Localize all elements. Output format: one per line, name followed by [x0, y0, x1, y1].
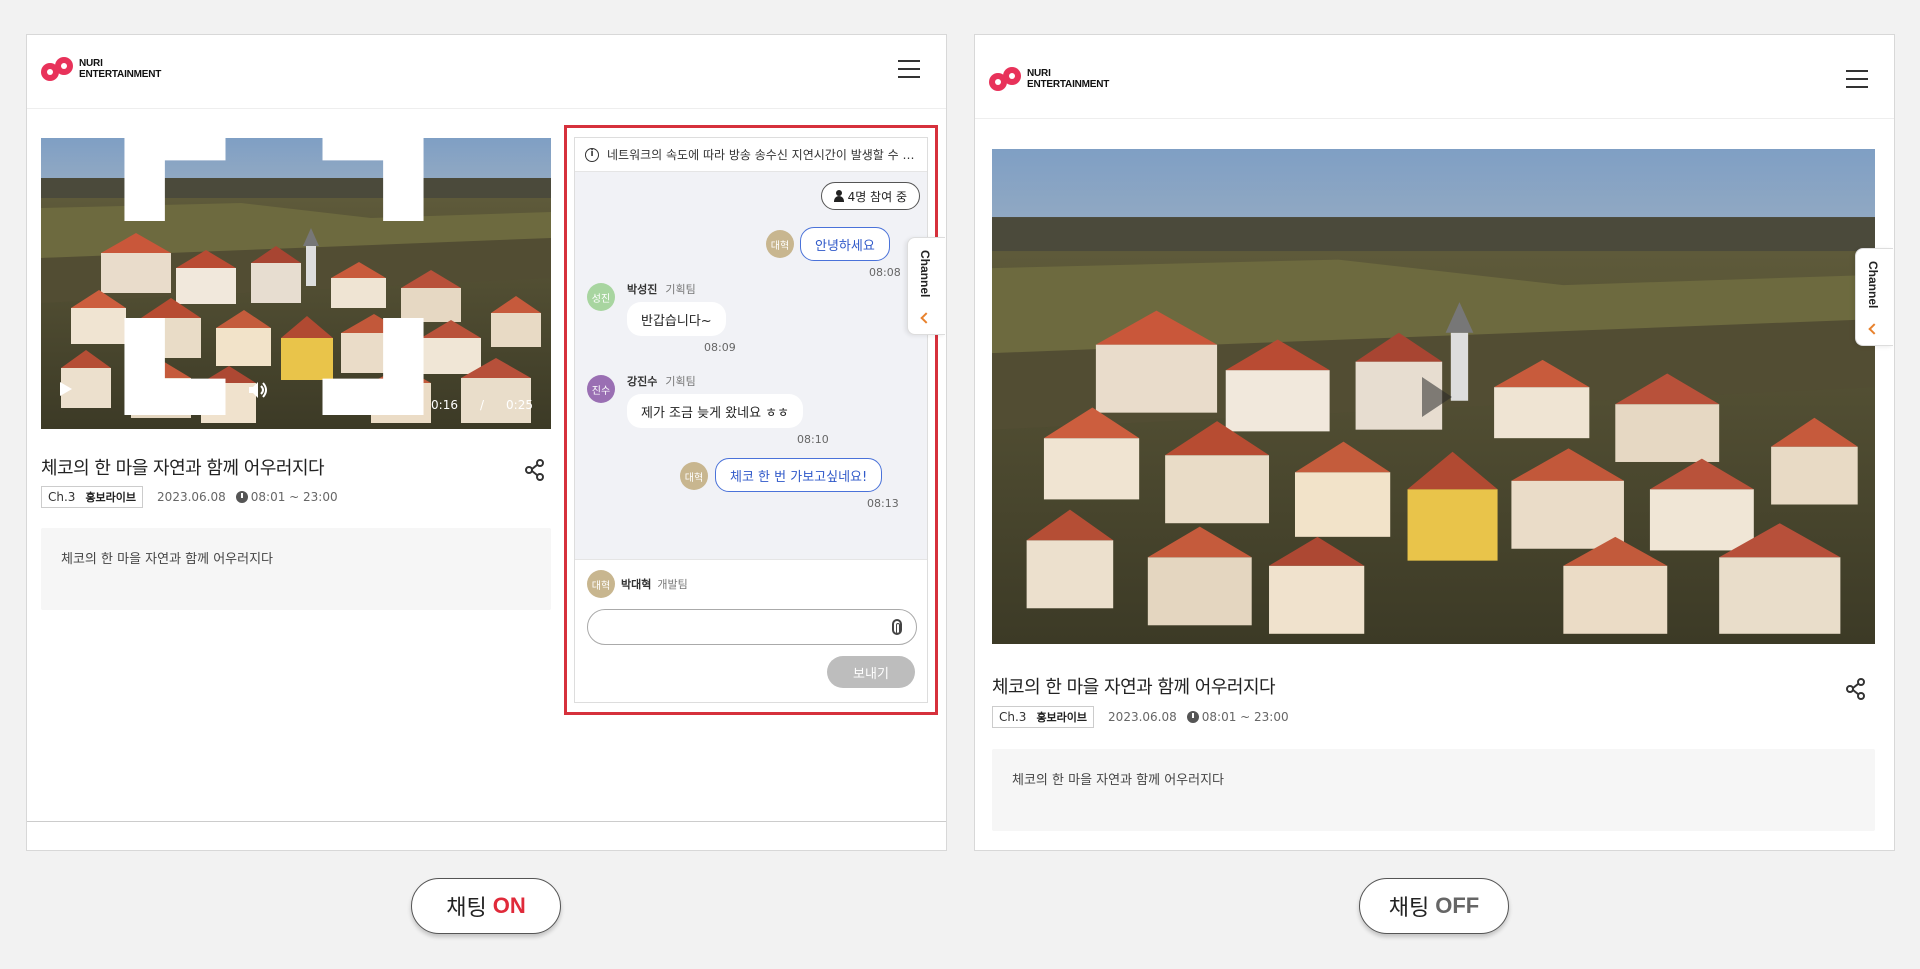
current-user: 대혁 박대혁 개발팀 — [587, 570, 688, 598]
message-time: 08:08 — [869, 266, 901, 279]
chat-composer: 대혁 박대혁 개발팀 보내기 — [575, 559, 927, 702]
avatar: 진수 — [587, 375, 615, 403]
chevron-left-icon — [1868, 323, 1880, 335]
menu-icon[interactable] — [1846, 70, 1868, 88]
nuri-logo[interactable]: NURI ENTERTAINMENT — [41, 55, 161, 83]
send-button[interactable]: 보내기 — [827, 656, 915, 688]
channel-tab[interactable]: Channel — [907, 237, 945, 335]
channel-number: Ch.3 — [48, 490, 76, 504]
video-description: 체코의 한 마을 자연과 함께 어우러지다 — [992, 749, 1875, 831]
video-meta: Ch.3 홍보라이브 2023.06.08 08:01 ~ 23:00 — [41, 486, 338, 508]
chat-input[interactable] — [587, 609, 917, 645]
message-time: 08:10 — [797, 433, 829, 446]
clock-icon — [235, 491, 248, 503]
current-user-name: 박대혁 — [621, 578, 652, 591]
logo-line2: ENTERTAINMENT — [79, 69, 162, 80]
page-header: NURI ENTERTAINMENT — [975, 45, 1894, 119]
chat-panel: i 네트워크의 속도에 따라 방송 송수신 지연시간이 발생할 수 있습니다. … — [564, 125, 938, 715]
video-meta: Ch.3 홍보라이브 2023.06.08 08:01 ~ 23:00 — [992, 706, 1289, 728]
avatar: 대혁 — [587, 570, 615, 598]
current-user-team: 개발팀 — [657, 578, 688, 591]
toggle-prefix: 채팅 — [446, 896, 487, 921]
channel-tag: Ch.3 홍보라이브 — [992, 706, 1095, 728]
fullscreen-icon[interactable] — [41, 138, 529, 415]
message-time: 08:13 — [867, 497, 899, 510]
logo-line1: NURI — [1027, 68, 1051, 79]
divider — [27, 821, 946, 822]
broadcast-time: 08:01 ~ 23:00 — [1201, 710, 1289, 724]
broadcast-date: 2023.06.08 — [1108, 710, 1177, 724]
chat-message-mine: 안녕하세요 — [800, 227, 890, 261]
avatar: 성진 — [587, 283, 615, 311]
live-badge: 홍보라이브 — [1036, 711, 1088, 724]
info-icon: i — [585, 147, 599, 162]
participants-badge[interactable]: 4명 참여 중 — [820, 182, 920, 210]
chat-message-mine: 체코 한 번 가보고싶네요! — [715, 458, 883, 492]
logo-icon — [989, 65, 1023, 93]
menu-icon[interactable] — [898, 60, 920, 78]
live-badge: 홍보라이브 — [85, 491, 137, 504]
chevron-left-icon — [920, 312, 932, 324]
logo-line1: NURI — [79, 58, 103, 69]
channel-tag: Ch.3 홍보라이브 — [41, 486, 144, 508]
clock-icon — [1186, 711, 1199, 723]
page-header: NURI ENTERTAINMENT — [27, 35, 946, 109]
logo-line2: ENTERTAINMENT — [1027, 79, 1110, 90]
chat-message: 제가 조금 늦게 왔네요 ㅎㅎ — [627, 394, 804, 428]
logo-icon — [41, 55, 75, 83]
video-player[interactable]: 0:16 / 0:25 — [41, 138, 551, 429]
toggle-state: ON — [492, 893, 526, 918]
broadcast-date: 2023.06.08 — [157, 490, 226, 504]
chat-on-view: NURI ENTERTAINMENT 0:16 / 0:25 체코의 한 마을 … — [26, 34, 947, 851]
video-player[interactable] — [992, 149, 1875, 644]
play-icon[interactable] — [1421, 376, 1452, 417]
avatar: 대혁 — [680, 462, 708, 490]
channel-tab-label: Channel — [918, 250, 932, 298]
chat-on-toggle[interactable]: 채팅 ON — [411, 878, 561, 934]
toggle-prefix: 채팅 — [1388, 896, 1430, 921]
share-icon[interactable] — [524, 459, 546, 481]
video-description: 체코의 한 마을 자연과 함께 어우러지다 — [41, 528, 551, 610]
chat-message: 반갑습니다~ — [627, 302, 726, 336]
channel-number: Ch.3 — [999, 710, 1027, 724]
message-sender: 강진수 기획팀 — [627, 375, 696, 388]
video-title: 체코의 한 마을 자연과 함께 어우러지다 — [41, 458, 325, 479]
message-sender: 박성진 기획팀 — [627, 283, 696, 296]
chat-off-view: NURI ENTERTAINMENT 체코의 한 마을 자연과 함께 어우러지다… — [974, 34, 1895, 851]
channel-tab-label: Channel — [1866, 261, 1880, 309]
broadcast-time: 08:01 ~ 23:00 — [250, 490, 338, 504]
latency-notice: i 네트워크의 속도에 따라 방송 송수신 지연시간이 발생할 수 있습니다. — [575, 138, 927, 172]
share-icon[interactable] — [1845, 678, 1867, 700]
message-time: 08:09 — [704, 341, 736, 354]
chat-off-toggle[interactable]: 채팅 OFF — [1359, 878, 1509, 934]
avatar: 대혁 — [766, 230, 794, 258]
person-icon — [833, 190, 844, 202]
video-title: 체코의 한 마을 자연과 함께 어우러지다 — [992, 677, 1276, 698]
nuri-logo[interactable]: NURI ENTERTAINMENT — [989, 65, 1109, 93]
channel-tab[interactable]: Channel — [1855, 248, 1893, 346]
toggle-state: OFF — [1435, 893, 1480, 918]
paperclip-icon[interactable] — [892, 619, 902, 635]
